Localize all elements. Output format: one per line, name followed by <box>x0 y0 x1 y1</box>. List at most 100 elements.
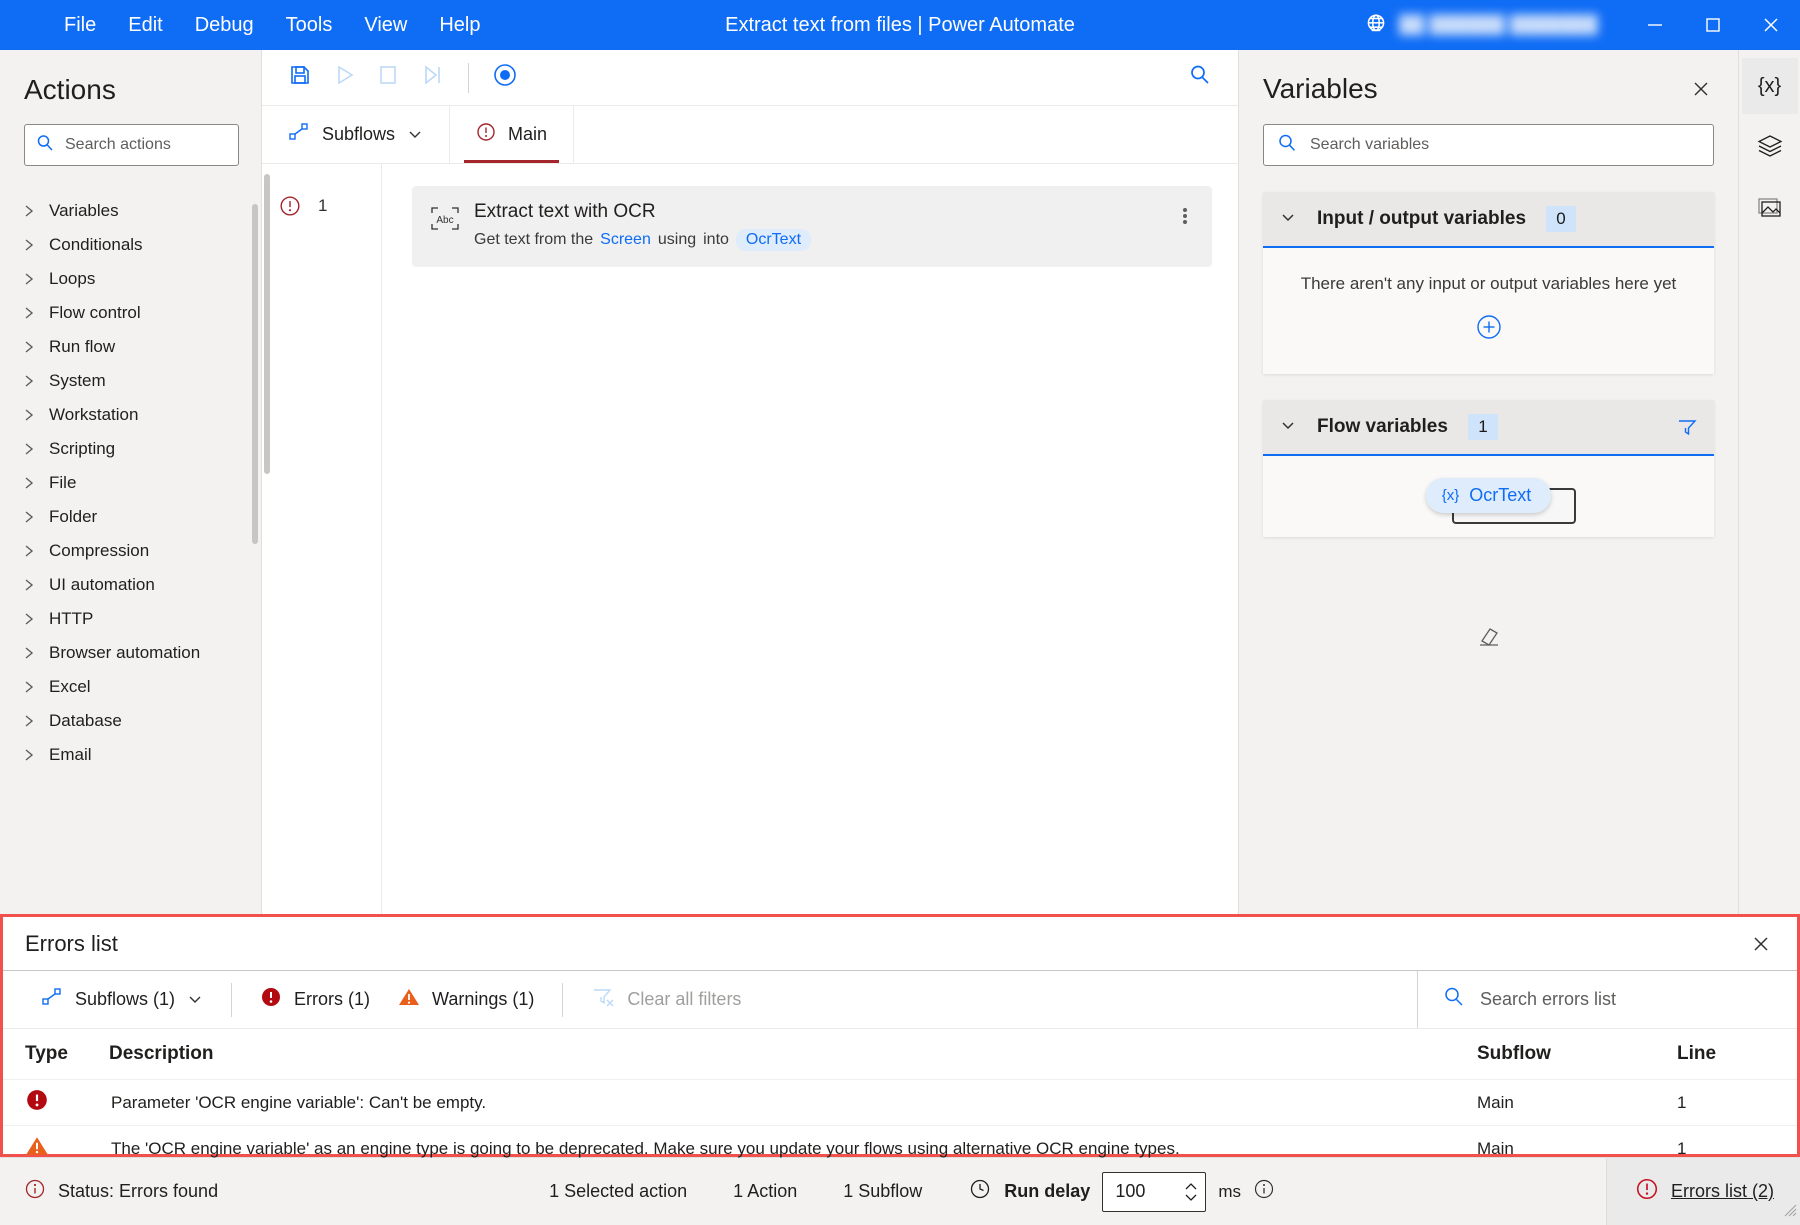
action-group-file[interactable]: File <box>0 466 261 500</box>
errors-list-title: Errors list <box>25 931 118 957</box>
filter-subflows-label: Subflows (1) <box>75 989 175 1010</box>
chevron-right-icon <box>24 544 35 558</box>
chevron-right-icon <box>24 306 35 320</box>
toolbar-divider <box>468 63 469 93</box>
action-group-folder[interactable]: Folder <box>0 500 261 534</box>
save-button[interactable] <box>280 58 320 98</box>
action-group-scripting[interactable]: Scripting <box>0 432 261 466</box>
action-group-system[interactable]: System <box>0 364 261 398</box>
action-group-label: Conditionals <box>49 235 143 255</box>
run-delay-info-icon[interactable] <box>1253 1178 1275 1205</box>
eraser-icon <box>1476 625 1502 647</box>
recorder-button[interactable] <box>485 58 525 98</box>
action-group-excel[interactable]: Excel <box>0 670 261 704</box>
close-variables-panel-button[interactable] <box>1684 72 1718 106</box>
row-line: 1 <box>1677 1093 1797 1113</box>
table-row[interactable]: Parameter 'OCR engine variable': Can't b… <box>3 1079 1797 1125</box>
variable-drag-wrapper: {x} OcrText <box>1426 478 1552 513</box>
flow-variables-body: {x} OcrText <box>1263 456 1714 537</box>
flow-variables-group: Flow variables 1 {x} OcrText <box>1263 400 1714 537</box>
actions-scrollbar[interactable] <box>252 204 258 544</box>
table-row[interactable]: The 'OCR engine variable' as an engine t… <box>3 1125 1797 1171</box>
menu-view[interactable]: View <box>350 8 421 43</box>
maximize-button[interactable] <box>1684 0 1742 50</box>
minimize-button[interactable] <box>1626 0 1684 50</box>
rail-variables-button[interactable]: {x} <box>1742 58 1798 114</box>
close-errors-list-button[interactable] <box>1743 926 1779 962</box>
menu-help[interactable]: Help <box>425 8 494 43</box>
action-group-label: Excel <box>49 677 91 697</box>
search-actions-box[interactable]: Search actions <box>24 124 239 166</box>
run-button[interactable] <box>324 58 364 98</box>
action-group-variables[interactable]: Variables <box>0 194 261 228</box>
search-flow-button[interactable] <box>1180 58 1220 98</box>
action-group-label: Variables <box>49 201 119 221</box>
filter-subflows-button[interactable]: Subflows (1) <box>27 979 217 1020</box>
action-group-flow-control[interactable]: Flow control <box>0 296 261 330</box>
filter-variables-button[interactable] <box>1676 417 1698 437</box>
menu-file[interactable]: File <box>50 8 110 43</box>
flow-variables-label: Flow variables <box>1317 416 1448 438</box>
close-window-button[interactable] <box>1742 0 1800 50</box>
action-group-loops[interactable]: Loops <box>0 262 261 296</box>
chevron-right-icon <box>24 714 35 728</box>
action-subtitle: Get text from the Screen using into OcrT… <box>474 229 1168 251</box>
menu-edit[interactable]: Edit <box>114 8 176 43</box>
tab-main[interactable]: Main <box>450 106 574 163</box>
action-group-conditionals[interactable]: Conditionals <box>0 228 261 262</box>
action-group-http[interactable]: HTTP <box>0 602 261 636</box>
action-more-options-button[interactable] <box>1168 200 1202 226</box>
errors-table: Type Description Subflow Line Parameter … <box>3 1029 1797 1171</box>
action-group-email[interactable]: Email <box>0 738 261 772</box>
search-variables-box[interactable]: Search variables <box>1263 124 1714 166</box>
resize-grip[interactable] <box>1783 1203 1797 1222</box>
row-line: 1 <box>1677 1139 1797 1159</box>
run-delay-value[interactable]: 100 <box>1103 1173 1177 1211</box>
action-group-label: HTTP <box>49 609 93 629</box>
action-group-browser-automation[interactable]: Browser automation <box>0 636 261 670</box>
selected-action-count: 1 Selected action <box>549 1181 687 1202</box>
action-group-run-flow[interactable]: Run flow <box>0 330 261 364</box>
chevron-right-icon <box>24 578 35 592</box>
add-input-output-variable-button[interactable] <box>1474 314 1504 344</box>
filter-errors-button[interactable]: Errors (1) <box>246 978 384 1021</box>
chevron-down-icon <box>1279 418 1297 437</box>
action-group-ui-automation[interactable]: UI automation <box>0 568 261 602</box>
warning-icon <box>398 986 420 1013</box>
menu-tools[interactable]: Tools <box>272 8 347 43</box>
action-group-database[interactable]: Database <box>0 704 261 738</box>
search-errors-placeholder: Search errors list <box>1480 989 1616 1010</box>
clear-variables-button[interactable] <box>1476 625 1502 652</box>
subtitle-source-link[interactable]: Screen <box>600 231 651 249</box>
run-delay-stepper[interactable]: 100 <box>1102 1172 1206 1212</box>
flow-variables-header[interactable]: Flow variables 1 <box>1263 400 1714 456</box>
subtitle-variable-chip[interactable]: OcrText <box>736 229 811 251</box>
canvas-scrollbar[interactable] <box>264 174 270 474</box>
tab-subflows[interactable]: Subflows <box>262 106 450 163</box>
action-group-label: Folder <box>49 507 97 527</box>
action-group-workstation[interactable]: Workstation <box>0 398 261 432</box>
action-group-label: Workstation <box>49 405 138 425</box>
action-group-label: System <box>49 371 106 391</box>
row-subflow: Main <box>1477 1139 1677 1159</box>
row-error-indicator <box>262 195 318 217</box>
stop-button[interactable] <box>368 58 408 98</box>
search-errors-box[interactable]: Search errors list <box>1417 971 1797 1028</box>
rail-images-button[interactable] <box>1742 182 1798 238</box>
action-card-extract-text-with-ocr[interactable]: Abc Extract text with OCR Get text from … <box>412 186 1212 267</box>
row-description-text: Parameter 'OCR engine variable': Can't b… <box>109 1093 486 1112</box>
chevron-right-icon <box>24 340 35 354</box>
run-delay-arrows[interactable] <box>1177 1173 1205 1211</box>
action-group-compression[interactable]: Compression <box>0 534 261 568</box>
clear-all-filters-button[interactable]: Clear all filters <box>577 978 755 1021</box>
input-output-variables-body: There aren't any input or output variabl… <box>1263 248 1714 374</box>
variable-item-ocrtext[interactable]: {x} OcrText <box>1426 478 1552 513</box>
environment-indicator[interactable]: ██ ██████ ███████ <box>1363 12 1598 38</box>
power-automate-window: File Edit Debug Tools View Help Extract … <box>0 0 1800 1225</box>
input-output-variables-header[interactable]: Input / output variables 0 <box>1263 192 1714 248</box>
layers-icon <box>1757 133 1783 164</box>
run-next-action-button[interactable] <box>412 58 452 98</box>
filter-warnings-button[interactable]: Warnings (1) <box>384 978 548 1021</box>
menu-debug[interactable]: Debug <box>181 8 268 43</box>
rail-ui-elements-button[interactable] <box>1742 120 1798 176</box>
